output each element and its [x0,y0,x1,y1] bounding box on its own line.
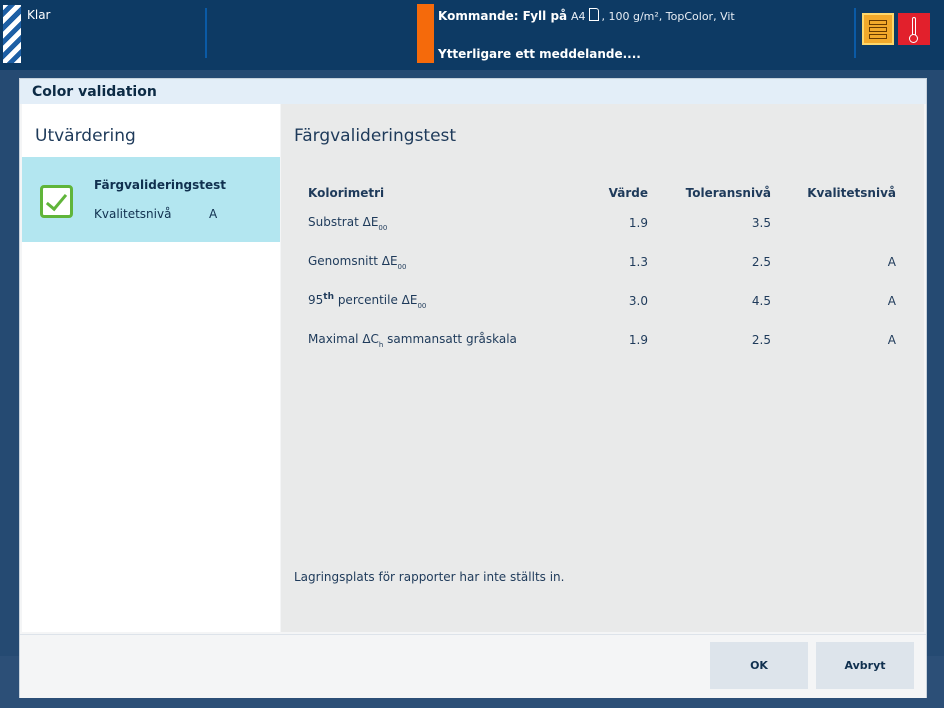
evaluation-pane: Utvärdering Färgvalideringstest Kvalitet… [22,104,280,632]
metric-value: 1.9 [628,332,648,347]
card-title: Färgvalideringstest [94,178,227,192]
tolerance-value: 3.5 [751,215,771,230]
column-header: Kolorimetri [308,186,385,200]
table-header-row: Kolorimetri Värde Toleransnivå Kvalitets… [308,183,896,203]
colorimetry-table: Kolorimetri Värde Toleransnivå Kvalitets… [308,183,896,359]
metric-name: Genomsnitt ΔE00 [308,253,407,271]
column-header: Kvalitetsnivå [807,186,896,200]
metric-value: 1.3 [628,254,648,269]
metric-name: Substrat ΔE00 [308,214,388,232]
metric-value: 3.0 [628,293,648,308]
column-header: Värde [608,186,648,200]
column-header: Toleransnivå [685,186,771,200]
quality-value: A [887,293,896,308]
color-validation-dialog: Color validation Utvärdering Färgvalider… [20,79,926,698]
paper-size: A4 [570,10,586,23]
quality-value: A [887,254,896,269]
table-row: Maximal ΔCh sammansatt gråskala 1.9 2.5 … [308,320,896,359]
quality-level-value: A [209,207,218,221]
ok-button[interactable]: OK [710,642,808,689]
divider [854,8,856,58]
thermometer-icon[interactable] [898,13,930,45]
evaluation-heading: Utvärdering [35,126,136,146]
command-label: Kommande: Fyll på [438,9,568,23]
paper-details: , 100 g/m², TopColor, Vit [601,10,735,23]
check-icon [40,185,73,218]
upcoming-command[interactable]: Kommande: Fyll på A4 , 100 g/m², TopColor… [438,8,735,23]
more-messages-link[interactable]: Ytterligare ett meddelande.... [438,47,641,61]
printer-status: Klar [27,8,51,22]
dialog-title: Color validation [20,79,926,104]
metric-name: Maximal ΔCh sammansatt gråskala [308,331,517,349]
quality-level-label: Kvalitetsnivå [94,207,172,221]
details-heading: Färgvalideringstest [294,126,457,146]
paper-tray-icon[interactable] [862,13,894,45]
metric-name: 95th percentile ΔE00 [308,291,427,310]
status-stripe-icon [3,5,21,63]
quality-value [771,203,896,242]
table-row: Genomsnitt ΔE00 1.3 2.5 A [308,242,896,281]
tolerance-value: 2.5 [751,254,771,269]
divider [205,8,207,58]
table-row: 95th percentile ΔE00 3.0 4.5 A [308,281,896,320]
metric-value: 1.9 [628,215,648,230]
validation-result-card[interactable]: Färgvalideringstest Kvalitetsnivå A [22,157,280,242]
cancel-button[interactable]: Avbryt [816,642,914,689]
top-status-bar: Klar Kommande: Fyll på A4 , 100 g/m², Top… [0,0,944,70]
details-pane: Färgvalideringstest Kolorimetri Värde To… [281,104,924,632]
table-row: Substrat ΔE00 1.9 3.5 [308,203,896,242]
warning-indicator [417,4,434,63]
tolerance-value: 4.5 [751,293,771,308]
quality-value: A [887,332,896,347]
tolerance-value: 2.5 [751,332,771,347]
document-icon [588,8,599,21]
dialog-footer: OK Avbryt [20,634,926,698]
storage-location-note: Lagringsplats för rapporter har inte stä… [294,570,565,584]
